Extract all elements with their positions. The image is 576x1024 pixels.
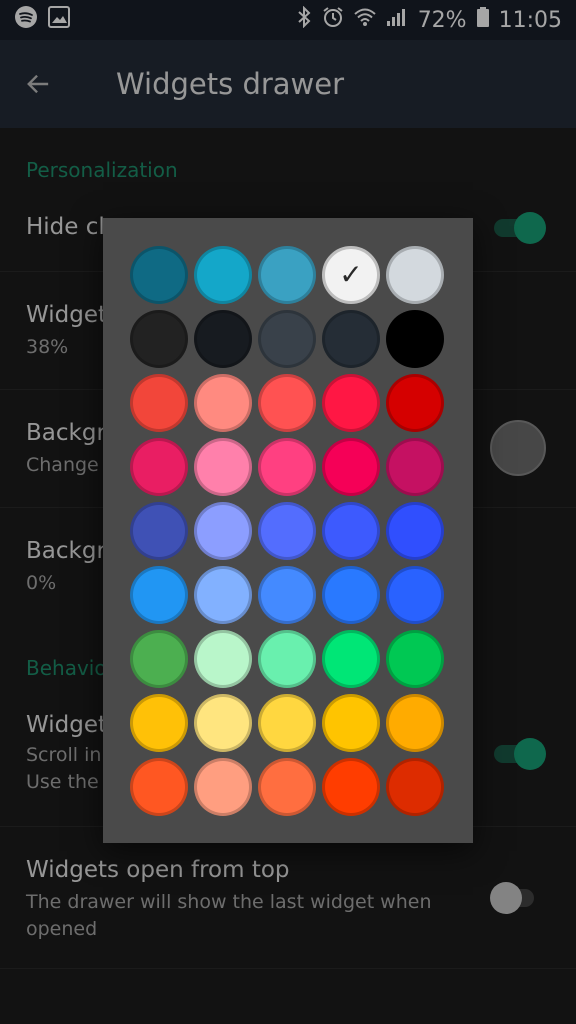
bluetooth-icon [296,5,312,34]
gallery-icon [48,6,70,34]
behavior-header: Behavio [26,656,107,680]
status-bar: 72% 11:05 [0,0,576,40]
color-swatch[interactable] [130,630,188,688]
battery-percent: 72% [417,7,467,33]
open-from-top-title: Widgets open from top [26,857,290,883]
color-swatch[interactable] [194,758,252,816]
color-swatch[interactable] [130,758,188,816]
clock: 11:05 [498,7,562,33]
wifi-icon [354,7,376,33]
color-swatch[interactable] [130,694,188,752]
color-swatch[interactable] [386,438,444,496]
checkmark-icon: ✓ [339,258,363,291]
battery-icon [476,7,489,33]
color-swatch[interactable] [386,310,444,368]
color-swatch[interactable] [194,502,252,560]
color-swatch[interactable] [130,246,188,304]
color-swatch[interactable] [194,374,252,432]
color-swatch[interactable] [258,438,316,496]
color-swatch[interactable] [258,502,316,560]
color-swatch[interactable] [258,758,316,816]
color-swatch[interactable] [130,566,188,624]
open-from-top-toggle[interactable] [490,882,534,914]
page-title: Widgets drawer [116,67,345,101]
spotify-icon [14,5,38,35]
color-swatch[interactable] [194,310,252,368]
color-swatch[interactable] [258,694,316,752]
personalization-header: Personalization [26,158,178,182]
widget-scroll-toggle[interactable] [494,738,546,770]
color-swatch[interactable] [130,502,188,560]
color-swatch[interactable] [386,502,444,560]
alarm-icon [322,6,344,34]
color-swatch[interactable] [130,438,188,496]
color-swatch[interactable] [258,246,316,304]
divider [0,968,576,969]
color-swatch[interactable] [258,566,316,624]
open-from-top-row[interactable]: Widgets open from top The drawer will sh… [26,857,466,943]
background-color-preview[interactable] [490,420,546,476]
color-swatch[interactable] [130,374,188,432]
color-swatch[interactable] [322,758,380,816]
color-swatch[interactable] [130,310,188,368]
color-swatch[interactable] [386,630,444,688]
color-swatch[interactable] [386,374,444,432]
signal-icon [386,7,408,33]
color-swatch[interactable] [194,246,252,304]
hide-item-toggle[interactable] [494,212,546,244]
color-swatch[interactable]: ✓ [322,246,380,304]
app-bar: Widgets drawer [0,40,576,128]
color-swatch[interactable] [258,310,316,368]
color-swatch[interactable] [386,758,444,816]
color-grid: ✓ [130,246,450,816]
color-swatch[interactable] [322,374,380,432]
open-from-top-sub: The drawer will show the last widget whe… [26,891,432,940]
color-swatch[interactable] [322,694,380,752]
color-swatch[interactable] [194,694,252,752]
color-swatch[interactable] [386,566,444,624]
color-picker-dialog: ✓ [103,218,473,843]
color-swatch[interactable] [258,630,316,688]
color-swatch[interactable] [386,246,444,304]
color-swatch[interactable] [322,310,380,368]
color-swatch[interactable] [194,438,252,496]
color-swatch[interactable] [194,630,252,688]
back-arrow-icon[interactable] [26,72,50,96]
color-swatch[interactable] [258,374,316,432]
color-swatch[interactable] [322,630,380,688]
color-swatch[interactable] [322,438,380,496]
color-swatch[interactable] [322,502,380,560]
color-swatch[interactable] [386,694,444,752]
color-swatch[interactable] [194,566,252,624]
color-swatch[interactable] [322,566,380,624]
